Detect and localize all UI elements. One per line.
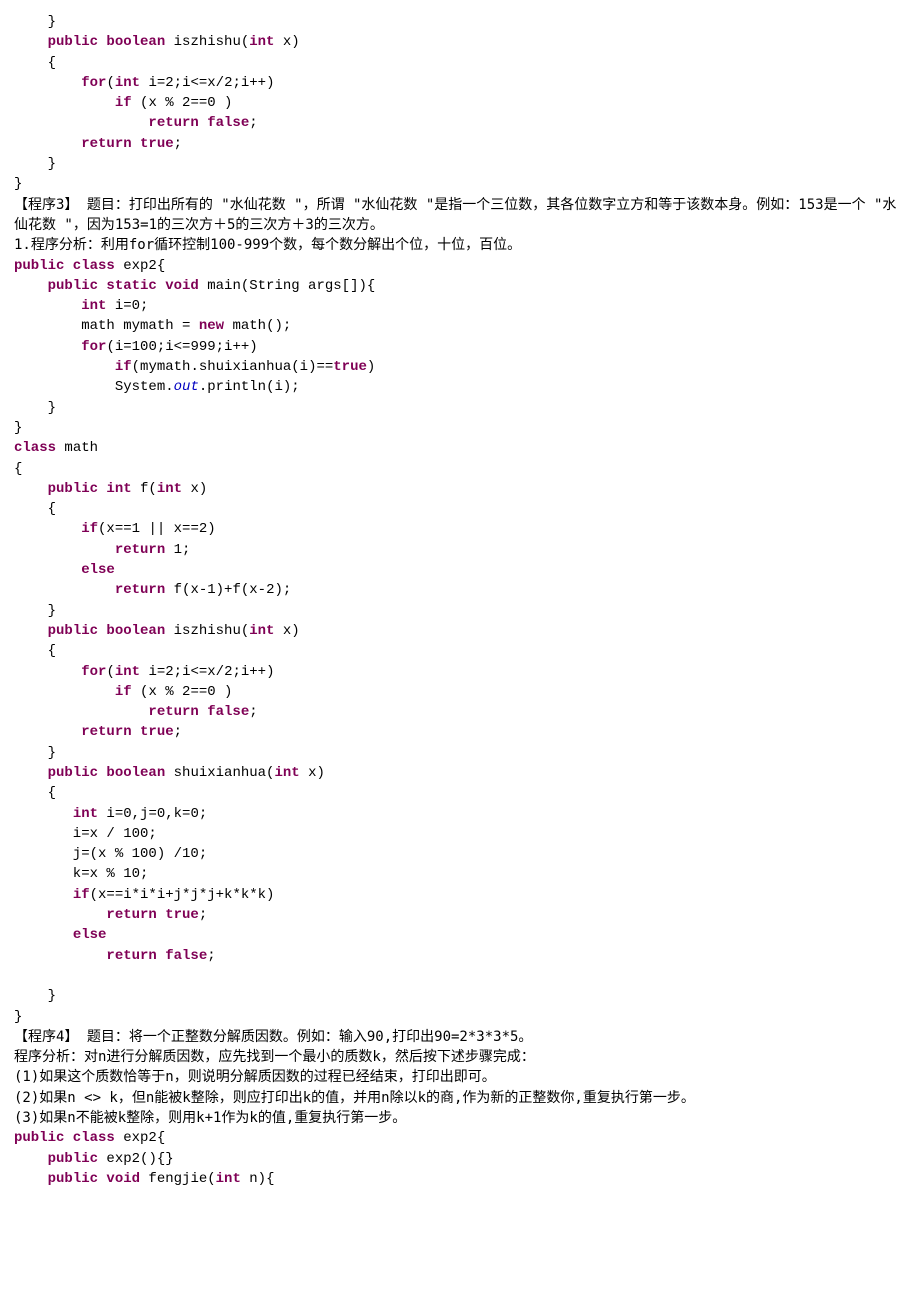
prog4-line5: (3)如果n不能被k整除，则用k+1作为k的值,重复执行第一步。 bbox=[14, 1110, 406, 1126]
prog4-line1: 【程序4】 题目：将一个正整数分解质因数。例如：输入90,打印出90=2*3*3… bbox=[14, 1029, 532, 1045]
code-block-2: public class exp2{ public static void ma… bbox=[14, 256, 906, 1027]
prog4-line4: (2)如果n <> k，但n能被k整除，则应打印出k的值，并用n除以k的商,作为… bbox=[14, 1090, 695, 1106]
program-3-description: 【程序3】 题目：打印出所有的 "水仙花数 "，所谓 "水仙花数 "是指一个三位… bbox=[14, 195, 906, 256]
prog3-line1: 【程序3】 题目：打印出所有的 "水仙花数 "，所谓 "水仙花数 "是指一个三位… bbox=[14, 197, 896, 233]
program-4-description: 【程序4】 题目：将一个正整数分解质因数。例如：输入90,打印出90=2*3*3… bbox=[14, 1027, 906, 1128]
code-block-3: public class exp2{ public exp2(){} publi… bbox=[14, 1128, 906, 1189]
prog3-line2: 1.程序分析：利用for循环控制100-999个数，每个数分解出个位，十位，百位… bbox=[14, 237, 521, 253]
prog4-line3: (1)如果这个质数恰等于n，则说明分解质因数的过程已经结束，打印出即可。 bbox=[14, 1069, 496, 1085]
prog4-line2: 程序分析：对n进行分解质因数，应先找到一个最小的质数k，然后按下述步骤完成： bbox=[14, 1049, 535, 1065]
code-block-1: } public boolean iszhishu(int x) { for(i… bbox=[14, 12, 906, 195]
